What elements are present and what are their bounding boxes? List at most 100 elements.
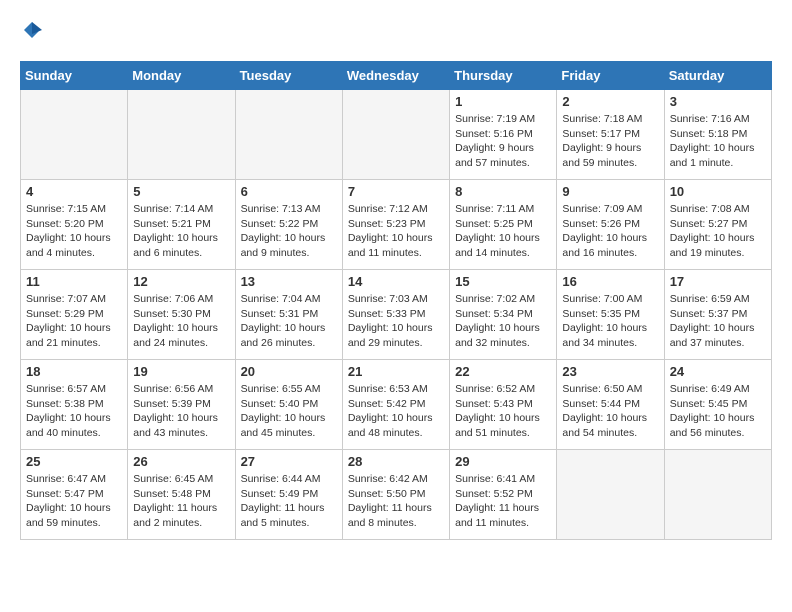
day-info: Sunrise: 7:07 AM Sunset: 5:29 PM Dayligh… [26, 292, 122, 351]
day-number: 25 [26, 454, 122, 469]
calendar-cell: 21 Sunrise: 6:53 AM Sunset: 5:42 PM Dayli… [342, 360, 449, 450]
day-number: 26 [133, 454, 229, 469]
calendar-cell: 13 Sunrise: 7:04 AM Sunset: 5:31 PM Dayli… [235, 270, 342, 360]
logo-icon [22, 20, 42, 40]
day-info: Sunrise: 7:03 AM Sunset: 5:33 PM Dayligh… [348, 292, 444, 351]
day-info: Sunrise: 7:15 AM Sunset: 5:20 PM Dayligh… [26, 202, 122, 261]
day-info: Sunrise: 7:12 AM Sunset: 5:23 PM Dayligh… [348, 202, 444, 261]
calendar-cell: 23 Sunrise: 6:50 AM Sunset: 5:44 PM Dayli… [557, 360, 664, 450]
calendar-cell: 20Sunrise: 6:55 AM Sunset: 5:40 PM Dayli… [235, 360, 342, 450]
calendar-cell [128, 90, 235, 180]
day-header-wednesday: Wednesday [342, 62, 449, 90]
day-info: Sunrise: 6:42 AM Sunset: 5:50 PM Dayligh… [348, 472, 444, 531]
day-header-friday: Friday [557, 62, 664, 90]
logo [20, 20, 42, 45]
day-info: Sunrise: 6:52 AM Sunset: 5:43 PM Dayligh… [455, 382, 551, 441]
calendar-cell: 25 Sunrise: 6:47 AM Sunset: 5:47 PM Dayli… [21, 450, 128, 540]
calendar-cell: 28 Sunrise: 6:42 AM Sunset: 5:50 PM Dayli… [342, 450, 449, 540]
calendar-cell: 12 Sunrise: 7:06 AM Sunset: 5:30 PM Dayli… [128, 270, 235, 360]
calendar-cell: 5 Sunrise: 7:14 AM Sunset: 5:21 PM Daylig… [128, 180, 235, 270]
day-number: 6 [241, 184, 337, 199]
calendar-cell: 10 Sunrise: 7:08 AM Sunset: 5:27 PM Dayli… [664, 180, 771, 270]
day-info: Sunrise: 7:08 AM Sunset: 5:27 PM Dayligh… [670, 202, 766, 261]
day-info: Sunrise: 6:41 AM Sunset: 5:52 PM Dayligh… [455, 472, 551, 531]
day-header-monday: Monday [128, 62, 235, 90]
day-number: 4 [26, 184, 122, 199]
calendar-body: 1 Sunrise: 7:19 AM Sunset: 5:16 PM Daylig… [21, 90, 772, 540]
day-info: Sunrise: 7:04 AM Sunset: 5:31 PM Dayligh… [241, 292, 337, 351]
calendar-cell: 1 Sunrise: 7:19 AM Sunset: 5:16 PM Daylig… [450, 90, 557, 180]
day-info: Sunrise: 6:50 AM Sunset: 5:44 PM Dayligh… [562, 382, 658, 441]
calendar-cell: 19 Sunrise: 6:56 AM Sunset: 5:39 PM Dayli… [128, 360, 235, 450]
day-info: Sunrise: 6:56 AM Sunset: 5:39 PM Dayligh… [133, 382, 229, 441]
calendar-cell: 4 Sunrise: 7:15 AM Sunset: 5:20 PM Daylig… [21, 180, 128, 270]
day-info: Sunrise: 7:02 AM Sunset: 5:34 PM Dayligh… [455, 292, 551, 351]
day-header-tuesday: Tuesday [235, 62, 342, 90]
calendar-cell [235, 90, 342, 180]
day-number: 5 [133, 184, 229, 199]
calendar-cell: 6 Sunrise: 7:13 AM Sunset: 5:22 PM Daylig… [235, 180, 342, 270]
calendar-cell: 11 Sunrise: 7:07 AM Sunset: 5:29 PM Dayli… [21, 270, 128, 360]
calendar-cell: 18Sunrise: 6:57 AM Sunset: 5:38 PM Dayli… [21, 360, 128, 450]
page-header [20, 20, 772, 45]
day-info: Sunrise: 7:00 AM Sunset: 5:35 PM Dayligh… [562, 292, 658, 351]
calendar-table: SundayMondayTuesdayWednesdayThursdayFrid… [20, 61, 772, 540]
day-number: 23 [562, 364, 658, 379]
day-number: 9 [562, 184, 658, 199]
day-info: Sunrise: 6:53 AM Sunset: 5:42 PM Dayligh… [348, 382, 444, 441]
day-number: 21 [348, 364, 444, 379]
day-number: 29 [455, 454, 551, 469]
day-number: 12 [133, 274, 229, 289]
day-info: Sunrise: 6:47 AM Sunset: 5:47 PM Dayligh… [26, 472, 122, 531]
calendar-week-0: 1 Sunrise: 7:19 AM Sunset: 5:16 PM Daylig… [21, 90, 772, 180]
calendar-header-row: SundayMondayTuesdayWednesdayThursdayFrid… [21, 62, 772, 90]
day-number: 17 [670, 274, 766, 289]
day-info: Sunrise: 6:44 AM Sunset: 5:49 PM Dayligh… [241, 472, 337, 531]
calendar-week-4: 25 Sunrise: 6:47 AM Sunset: 5:47 PM Dayli… [21, 450, 772, 540]
day-info: Sunrise: 6:57 AM Sunset: 5:38 PM Dayligh… [26, 382, 122, 441]
calendar-cell: 26Sunrise: 6:45 AM Sunset: 5:48 PM Dayli… [128, 450, 235, 540]
day-number: 15 [455, 274, 551, 289]
day-info: Sunrise: 7:06 AM Sunset: 5:30 PM Dayligh… [133, 292, 229, 351]
day-number: 22 [455, 364, 551, 379]
day-info: Sunrise: 6:59 AM Sunset: 5:37 PM Dayligh… [670, 292, 766, 351]
calendar-cell [664, 450, 771, 540]
calendar-cell: 15 Sunrise: 7:02 AM Sunset: 5:34 PM Dayli… [450, 270, 557, 360]
day-info: Sunrise: 6:49 AM Sunset: 5:45 PM Dayligh… [670, 382, 766, 441]
calendar-cell: 3Sunrise: 7:16 AM Sunset: 5:18 PM Daylig… [664, 90, 771, 180]
day-header-thursday: Thursday [450, 62, 557, 90]
day-number: 8 [455, 184, 551, 199]
calendar-cell: 14 Sunrise: 7:03 AM Sunset: 5:33 PM Dayli… [342, 270, 449, 360]
calendar-cell: 8 Sunrise: 7:11 AM Sunset: 5:25 PM Daylig… [450, 180, 557, 270]
day-info: Sunrise: 7:19 AM Sunset: 5:16 PM Dayligh… [455, 112, 551, 171]
calendar-cell [557, 450, 664, 540]
day-info: Sunrise: 7:18 AM Sunset: 5:17 PM Dayligh… [562, 112, 658, 171]
calendar-cell: 29 Sunrise: 6:41 AM Sunset: 5:52 PM Dayli… [450, 450, 557, 540]
day-number: 11 [26, 274, 122, 289]
day-number: 1 [455, 94, 551, 109]
day-info: Sunrise: 7:14 AM Sunset: 5:21 PM Dayligh… [133, 202, 229, 261]
calendar-week-1: 4 Sunrise: 7:15 AM Sunset: 5:20 PM Daylig… [21, 180, 772, 270]
day-number: 16 [562, 274, 658, 289]
day-info: Sunrise: 7:13 AM Sunset: 5:22 PM Dayligh… [241, 202, 337, 261]
calendar-cell: 27 Sunrise: 6:44 AM Sunset: 5:49 PM Dayli… [235, 450, 342, 540]
calendar-cell: 24Sunrise: 6:49 AM Sunset: 5:45 PM Dayli… [664, 360, 771, 450]
day-number: 19 [133, 364, 229, 379]
day-number: 3 [670, 94, 766, 109]
calendar-cell: 16 Sunrise: 7:00 AM Sunset: 5:35 PM Dayli… [557, 270, 664, 360]
calendar-week-2: 11 Sunrise: 7:07 AM Sunset: 5:29 PM Dayli… [21, 270, 772, 360]
day-header-sunday: Sunday [21, 62, 128, 90]
calendar-cell: 17 Sunrise: 6:59 AM Sunset: 5:37 PM Dayli… [664, 270, 771, 360]
calendar-week-3: 18Sunrise: 6:57 AM Sunset: 5:38 PM Dayli… [21, 360, 772, 450]
day-info: Sunrise: 7:11 AM Sunset: 5:25 PM Dayligh… [455, 202, 551, 261]
day-number: 10 [670, 184, 766, 199]
day-number: 7 [348, 184, 444, 199]
calendar-cell: 22 Sunrise: 6:52 AM Sunset: 5:43 PM Dayli… [450, 360, 557, 450]
day-number: 28 [348, 454, 444, 469]
day-number: 27 [241, 454, 337, 469]
calendar-cell: 2 Sunrise: 7:18 AM Sunset: 5:17 PM Daylig… [557, 90, 664, 180]
day-number: 2 [562, 94, 658, 109]
day-number: 14 [348, 274, 444, 289]
calendar-cell: 9Sunrise: 7:09 AM Sunset: 5:26 PM Daylig… [557, 180, 664, 270]
day-number: 13 [241, 274, 337, 289]
